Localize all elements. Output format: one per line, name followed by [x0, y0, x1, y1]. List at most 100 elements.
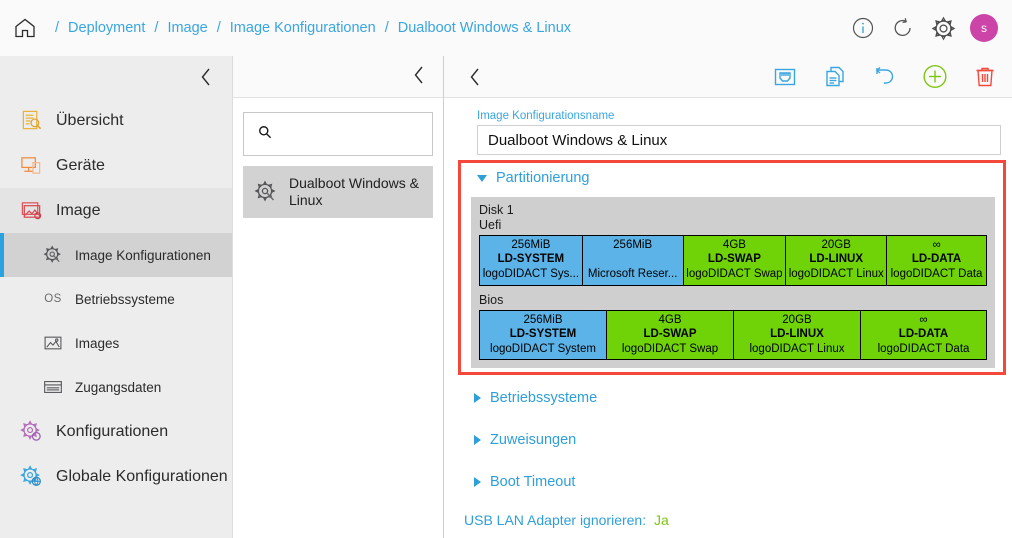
- sidebar-item-label: Übersicht: [56, 111, 124, 129]
- section-betriebssysteme[interactable]: Betriebssysteme: [458, 386, 998, 410]
- partition-size: 4GB: [722, 239, 746, 251]
- partition-block[interactable]: 4GB LD-SWAP logoDIDACT Swap: [607, 309, 734, 361]
- sidebar-item-konfigurationen[interactable]: Konfigurationen: [0, 409, 232, 454]
- delete-trash-icon[interactable]: [972, 64, 998, 90]
- partition-name: LD-LINUX: [770, 328, 824, 341]
- breadcrumb-item-dualboot[interactable]: Dualboot Windows & Linux: [398, 20, 571, 36]
- sidebar-item-label: Image: [56, 201, 101, 219]
- sidebar: Übersicht Geräte Image Image Konfigurati…: [0, 56, 233, 538]
- os-badge-label: OS: [44, 293, 62, 305]
- sidebar-item-zugangsdaten[interactable]: Zugangsdaten: [0, 365, 232, 409]
- main-content: Image Konfigurationsname Partitionierung…: [444, 56, 1012, 538]
- breadcrumb-item-image[interactable]: Image: [167, 20, 207, 36]
- gear-icon[interactable]: [930, 15, 956, 41]
- disk-panel: Disk 1 Uefi 256MiB LD-SYSTEM logoDIDACT …: [471, 197, 995, 369]
- section-title: Boot Timeout: [490, 474, 576, 490]
- partition-block[interactable]: ∞ LD-DATA logoDIDACT Data: [861, 309, 988, 361]
- avatar[interactable]: s: [970, 14, 998, 42]
- gear-globe-icon: [18, 464, 44, 490]
- search-box[interactable]: [243, 112, 433, 156]
- partition-name: LD-LINUX: [809, 253, 864, 266]
- image-configuration-name-input[interactable]: [477, 125, 1001, 155]
- partition-block[interactable]: 256MiB LD-SYSTEM logoDIDACT Sys...: [479, 235, 583, 286]
- breadcrumb-item-image-konfigurationen[interactable]: Image Konfigurationen: [230, 20, 376, 36]
- sidebar-item-geraete[interactable]: Geräte: [0, 143, 232, 188]
- partition-desc: logoDIDACT Data: [877, 343, 970, 355]
- partition-name: LD-DATA: [898, 328, 949, 341]
- sidebar-item-image[interactable]: Image: [0, 188, 232, 233]
- duplicate-documents-icon[interactable]: [822, 64, 848, 90]
- list-panel-collapse-button[interactable]: [411, 64, 427, 91]
- partition-block[interactable]: 20GB LD-LINUX logoDIDACT Linux: [786, 235, 888, 286]
- disk-label: Disk 1: [479, 203, 514, 217]
- breadcrumb-separator-1: /: [154, 20, 159, 36]
- usb-lan-setting-row: USB LAN Adapter ignorieren: Ja: [458, 512, 998, 528]
- partition-block[interactable]: 256MiB Microsoft Reser...: [582, 235, 684, 286]
- breadcrumb-separator-3: /: [384, 20, 389, 36]
- partition-name: LD-SYSTEM: [509, 328, 577, 341]
- sidebar-item-label: Zugangsdaten: [75, 379, 162, 395]
- partition-name: [583, 252, 683, 267]
- refresh-icon[interactable]: [890, 15, 916, 41]
- partition-desc: logoDIDACT Swap: [686, 268, 783, 281]
- home-icon[interactable]: [10, 13, 40, 43]
- partition-size: ∞: [932, 239, 941, 251]
- breadcrumb-separator-2: /: [216, 20, 221, 36]
- sidebar-item-label: Geräte: [56, 156, 105, 174]
- partition-desc: logoDIDACT Linux: [788, 268, 884, 281]
- sidebar-item-images[interactable]: Images: [0, 321, 232, 365]
- picture-icon: [42, 332, 64, 354]
- mode-label-bios: Bios: [479, 292, 504, 307]
- breadcrumb-item-deployment[interactable]: Deployment: [68, 20, 145, 36]
- partition-desc: logoDIDACT Linux: [749, 343, 845, 355]
- undo-revert-icon[interactable]: [872, 64, 898, 90]
- topbar-actions: s: [850, 0, 998, 56]
- network-port-icon[interactable]: [772, 64, 798, 90]
- sidebar-item-betriebssysteme[interactable]: OS Betriebssysteme: [0, 277, 232, 321]
- list-item[interactable]: Dualboot Windows & Linux: [243, 166, 433, 218]
- list-item-label: Dualboot Windows & Linux: [289, 174, 419, 209]
- partition-block[interactable]: ∞ LD-DATA logoDIDACT Data: [887, 235, 987, 286]
- partition-size: 256MiB: [523, 313, 563, 326]
- chevron-right-icon: [474, 435, 481, 445]
- partition-block[interactable]: 4GB LD-SWAP logoDIDACT Swap: [683, 235, 787, 286]
- sidebar-item-globale-konfigurationen[interactable]: Globale Konfigurationen: [0, 454, 232, 499]
- search-input[interactable]: [280, 126, 420, 142]
- overview-document-search-icon: [18, 108, 44, 134]
- gear-search-icon: [42, 244, 64, 266]
- section-boot-timeout[interactable]: Boot Timeout: [458, 470, 998, 494]
- sidebar-item-uebersicht[interactable]: Übersicht: [0, 98, 232, 143]
- name-field-group: Image Konfigurationsname: [444, 98, 1012, 155]
- sidebar-collapse-button[interactable]: [0, 56, 232, 98]
- partition-size: 20GB: [821, 239, 851, 251]
- main-toolbar-actions: [772, 64, 998, 90]
- partition-name: LD-DATA: [911, 253, 962, 266]
- os-badge-icon: OS: [42, 288, 64, 310]
- sidebar-item-image-konfigurationen[interactable]: Image Konfigurationen: [0, 233, 232, 277]
- partition-size: 256MiB: [613, 239, 653, 251]
- partitioning-section-title: Partitionierung: [496, 170, 590, 186]
- list-panel-header: [233, 56, 443, 98]
- image-stack-icon: [18, 198, 44, 224]
- back-button[interactable]: [464, 66, 486, 88]
- devices-icon: [18, 153, 44, 179]
- sidebar-item-label: Image Konfigurationen: [75, 247, 211, 263]
- partition-row-uefi: 256MiB LD-SYSTEM logoDIDACT Sys... 256Mi…: [479, 235, 987, 286]
- chevron-down-icon: [477, 174, 487, 182]
- partition-size: 20GB: [782, 313, 812, 326]
- partition-block[interactable]: 20GB LD-LINUX logoDIDACT Linux: [734, 309, 861, 361]
- partition-size: ∞: [919, 313, 928, 326]
- mode-label-uefi: Uefi: [479, 218, 502, 232]
- section-zuweisungen[interactable]: Zuweisungen: [458, 428, 998, 452]
- breadcrumb: / Deployment / Image / Image Konfigurati…: [46, 20, 571, 36]
- partition-desc: logoDIDACT Sys...: [482, 268, 580, 281]
- partitioning-section-header[interactable]: Partitionierung: [461, 163, 1003, 193]
- gear-config-icon: [18, 419, 44, 445]
- usb-lan-setting-value[interactable]: Ja: [654, 512, 669, 528]
- add-plus-circle-icon[interactable]: [922, 64, 948, 90]
- partition-block[interactable]: 256MiB LD-SYSTEM logoDIDACT System: [479, 309, 607, 361]
- partition-desc: Microsoft Reser...: [587, 268, 678, 281]
- sidebar-item-label: Konfigurationen: [56, 422, 169, 440]
- info-circle-icon[interactable]: [850, 15, 876, 41]
- gear-search-icon: [253, 179, 279, 205]
